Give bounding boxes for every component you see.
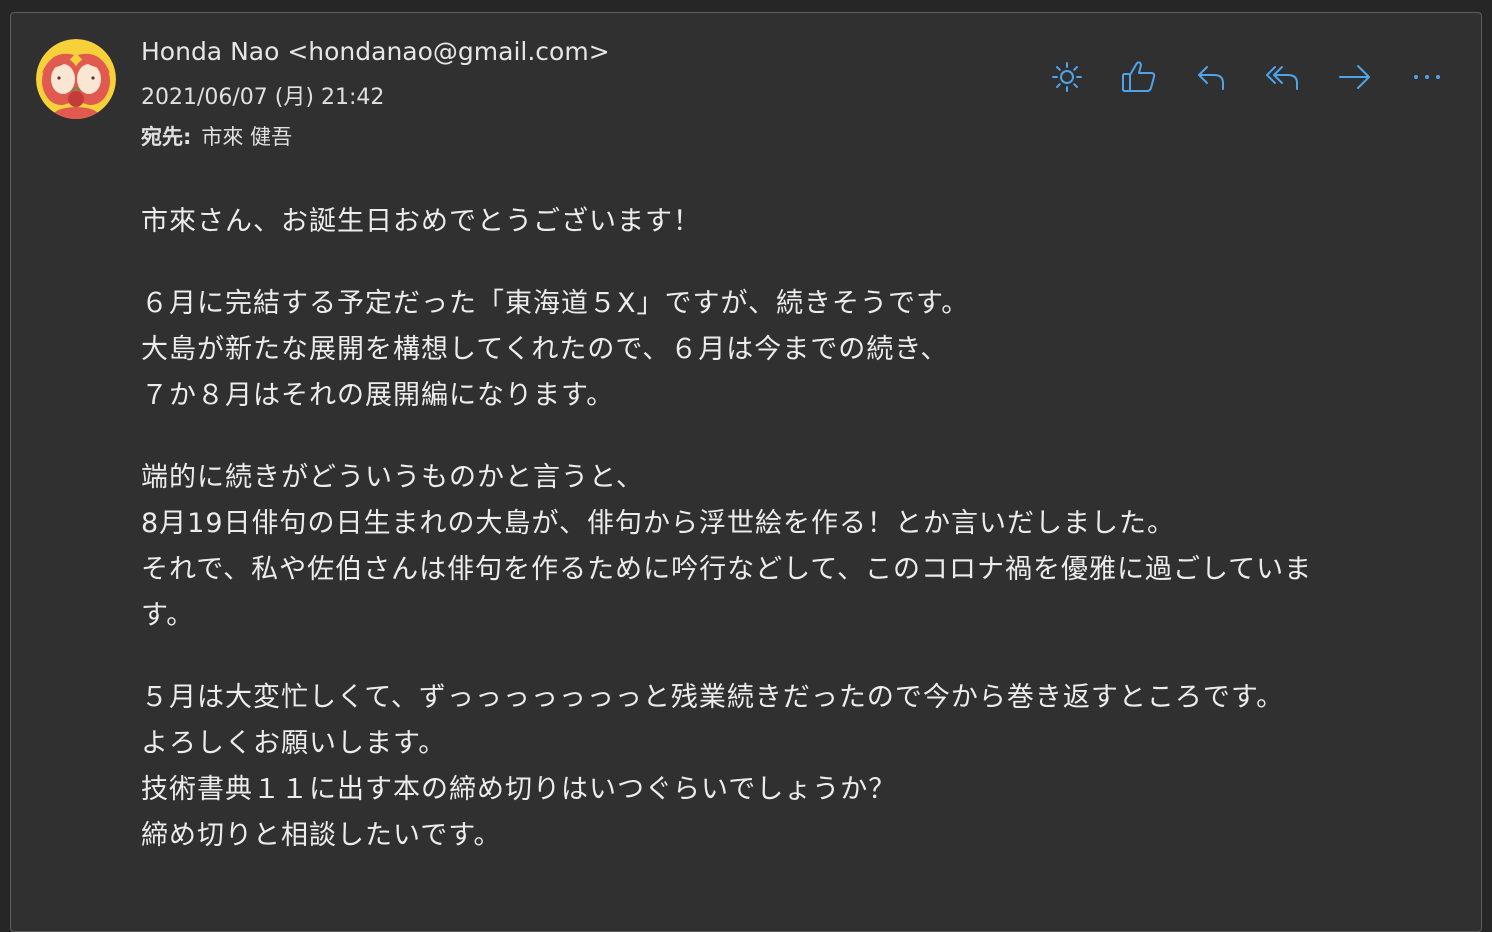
body-paragraph: 市來さん、お誕生日おめでとうございます！ (141, 199, 1411, 245)
body-line: 技術書典１１に出す本の締め切りはいつぐらいでしょうか？ (141, 774, 897, 805)
body-line: 8月19日俳句の日生まれの大島が、俳句から浮世絵を作る！とか言いだしました。 (141, 508, 1175, 539)
body-line: 端的に続きがどういうものかと言うと、 (141, 462, 644, 493)
recipient-label: 宛先: (141, 125, 192, 149)
recipient-line: 宛先: 市來 健吾 (141, 121, 292, 151)
body-line: よろしくお願いします。 (141, 728, 447, 759)
body-line: 締め切りと相談したいです。 (141, 820, 502, 851)
reply-icon[interactable] (1189, 55, 1233, 99)
body-paragraph: 端的に続きがどういうものかと言うと、 8月19日俳句の日生まれの大島が、俳句から… (141, 455, 1411, 639)
message-toolbar (1045, 55, 1449, 99)
forward-icon[interactable] (1333, 55, 1377, 99)
sun-icon[interactable] (1045, 55, 1089, 99)
recipient-name[interactable]: 市來 健吾 (201, 125, 292, 149)
thumbs-up-icon[interactable] (1117, 55, 1161, 99)
body-line: 大島が新たな展開を構想してくれたので、６月は今までの続き、 (141, 334, 949, 365)
body-line: 市來さん、お誕生日おめでとうございます！ (141, 206, 701, 237)
body-line: ６月に完結する予定だった「東海道５X」ですが、続きそうです。 (141, 288, 970, 319)
sender-avatar[interactable] (36, 39, 116, 119)
reply-all-icon[interactable] (1261, 55, 1305, 99)
body-line: ５月は大変忙しくて、ずっっっっっっっと残業続きだったので今から巻き返すところです… (141, 682, 1285, 713)
body-line: す。 (141, 600, 195, 631)
body-line: ７か８月はそれの展開編になります。 (141, 380, 615, 411)
sent-date: 2021/06/07 (月) 21:42 (141, 85, 385, 110)
sender-name[interactable]: Honda Nao <hondanao@gmail.com> (141, 37, 610, 66)
body-line: それで、私や佐伯さんは俳句を作るために吟行などして、このコロナ禍を優雅に過ごして… (141, 554, 1313, 585)
message-body: 市來さん、お誕生日おめでとうございます！ ６月に完結する予定だった「東海道５X」… (141, 199, 1411, 895)
body-paragraph: ５月は大変忙しくて、ずっっっっっっっと残業続きだったので今から巻き返すところです… (141, 675, 1411, 859)
more-icon[interactable] (1405, 55, 1449, 99)
body-paragraph: ６月に完結する予定だった「東海道５X」ですが、続きそうです。 大島が新たな展開を… (141, 281, 1411, 419)
email-reading-pane: Honda Nao <hondanao@gmail.com> 2021/06/0… (10, 12, 1482, 932)
